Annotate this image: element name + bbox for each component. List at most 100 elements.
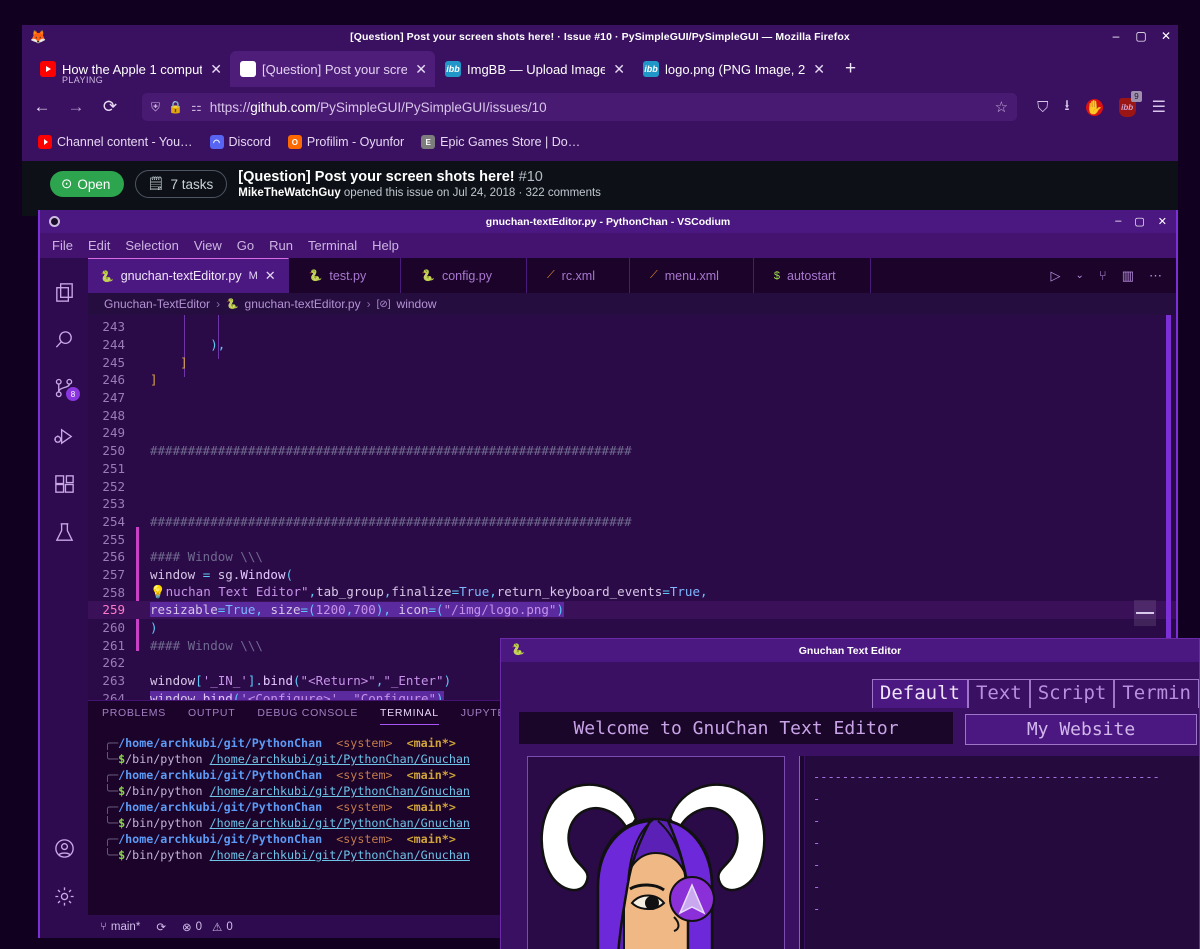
- menu-view[interactable]: View: [194, 238, 222, 253]
- my-website-button[interactable]: My Website: [965, 714, 1197, 745]
- extensions-icon[interactable]: [40, 460, 88, 508]
- bookmark-star-icon[interactable]: ☆: [995, 98, 1008, 116]
- gnuchan-window-title: Gnuchan Text Editor: [501, 645, 1199, 657]
- terminal-prompt-symbol: $: [118, 752, 125, 766]
- maximize-button[interactable]: ▢: [1135, 28, 1147, 44]
- close-icon[interactable]: ✕: [210, 62, 222, 76]
- chevron-down-icon[interactable]: ⌄: [1076, 270, 1084, 281]
- minimize-button[interactable]: –: [1110, 28, 1122, 44]
- terminal-system: <system>: [336, 768, 392, 782]
- maximize-button[interactable]: ▢: [1134, 215, 1144, 228]
- terminal-system: <system>: [336, 736, 392, 750]
- search-icon[interactable]: [40, 316, 88, 364]
- menu-edit[interactable]: Edit: [88, 238, 110, 253]
- text-area-scrollbar[interactable]: [799, 756, 804, 949]
- menu-go[interactable]: Go: [237, 238, 254, 253]
- close-button[interactable]: ✕: [1158, 215, 1167, 228]
- editor-tab-rc-xml[interactable]: ⟋ rc.xml: [527, 258, 630, 293]
- forward-button[interactable]: →: [66, 97, 86, 117]
- editor-tab-config-py[interactable]: 🐍 config.py: [401, 258, 527, 293]
- shield-icon[interactable]: ⛨: [151, 100, 160, 115]
- status-sync[interactable]: ⟳: [156, 920, 166, 934]
- split-editor-icon[interactable]: ▥: [1122, 268, 1134, 284]
- breadcrumb-folder[interactable]: Gnuchan-TextEditor: [104, 297, 210, 311]
- close-button[interactable]: ✕: [1160, 28, 1172, 44]
- bookmark-discord[interactable]: ◠ Discord: [210, 135, 271, 149]
- minimize-button[interactable]: –: [1115, 215, 1121, 228]
- menu-run[interactable]: Run: [269, 238, 293, 253]
- browser-tab-youtube[interactable]: How the Apple 1 compute PLAYING ✕: [30, 51, 230, 87]
- menu-file[interactable]: File: [52, 238, 73, 253]
- browser-tab-imgbb-upload[interactable]: ibb ImgBB — Upload Image – ✕: [435, 51, 633, 87]
- back-button[interactable]: ←: [32, 97, 52, 117]
- bookmark-label: Discord: [229, 135, 271, 149]
- tab-script[interactable]: Script: [1030, 679, 1115, 708]
- reload-button[interactable]: ⟳: [100, 97, 120, 117]
- code-line: 246]: [88, 371, 1176, 389]
- settings-gear-icon[interactable]: [40, 872, 88, 920]
- tab-default[interactable]: Default: [872, 679, 968, 708]
- editor-tab-test-py[interactable]: 🐍 test.py: [289, 258, 402, 293]
- bookmark-profilim-oyunfor[interactable]: O Profilim - Oyunfor: [288, 135, 404, 149]
- status-badge[interactable]: ⊙ Open: [50, 171, 124, 197]
- split-terminal-icon[interactable]: ⑂: [1099, 268, 1107, 283]
- breadcrumb-file[interactable]: gnuchan-textEditor.py: [245, 297, 361, 311]
- status-branch[interactable]: ⑂main*: [100, 921, 140, 933]
- oyunfor-icon: O: [288, 135, 302, 149]
- account-icon[interactable]: [40, 824, 88, 872]
- tab-label: [Question] Post your scre: [262, 62, 407, 77]
- tab-text[interactable]: Text: [968, 679, 1030, 708]
- close-icon[interactable]: ✕: [265, 268, 276, 284]
- tasks-label: 7 tasks: [170, 177, 213, 192]
- tab-terminal[interactable]: TERMINAL: [380, 707, 439, 725]
- bookmark-epic-games[interactable]: E Epic Games Store | Do…: [421, 135, 580, 149]
- run-python-icon[interactable]: ▷: [1051, 268, 1061, 284]
- youtube-icon: [40, 61, 56, 77]
- source-control-badge: 8: [66, 387, 80, 401]
- bookmark-channel-content[interactable]: Channel content - You…: [38, 135, 193, 149]
- hamburger-menu-icon[interactable]: ☰: [1152, 97, 1166, 117]
- editor-tab-menu-xml[interactable]: ⟋ menu.xml: [630, 258, 754, 293]
- source-control-icon[interactable]: 8: [40, 364, 88, 412]
- menu-selection[interactable]: Selection: [125, 238, 178, 253]
- firefox-window-controls: – ▢ ✕: [1110, 28, 1172, 44]
- testing-icon[interactable]: [40, 508, 88, 556]
- tab-problems[interactable]: PROBLEMS: [102, 707, 166, 725]
- download-icon[interactable]: ⭳: [1064, 95, 1069, 120]
- bookmark-label: Epic Games Store | Do…: [440, 135, 580, 149]
- status-problems[interactable]: ⊗0⚠0: [182, 920, 233, 934]
- tasks-badge[interactable]: 🗒 7 tasks: [135, 170, 227, 198]
- editor-tab-gnuchan-texteditor[interactable]: 🐍 gnuchan-textEditor.py M ✕: [88, 258, 289, 293]
- browser-tab-logo-png[interactable]: ibb logo.png (PNG Image, 270 ✕: [633, 51, 833, 87]
- terminal-path: /home/archkubi/git/PythonChan: [118, 736, 322, 750]
- tab-output[interactable]: OUTPUT: [188, 707, 235, 725]
- menu-terminal[interactable]: Terminal: [308, 238, 357, 253]
- line-number: 256: [88, 549, 136, 564]
- run-debug-icon[interactable]: [40, 412, 88, 460]
- code-line: 250#####################################…: [88, 442, 1176, 460]
- tab-terminal[interactable]: Termin: [1114, 679, 1199, 708]
- close-icon[interactable]: ✕: [813, 62, 825, 76]
- address-bar[interactable]: ⛨ 🔒 ⚏ https://github.com/PySimpleGUI/PyS…: [142, 93, 1017, 121]
- more-actions-icon[interactable]: ⋯: [1149, 268, 1162, 284]
- code-line: 258💡nuchan Text Editor",tab_group,finali…: [88, 583, 1176, 601]
- new-tab-button[interactable]: +: [845, 58, 856, 80]
- breadcrumb-symbol[interactable]: window: [397, 297, 437, 311]
- line-number: 249: [88, 425, 136, 440]
- menu-help[interactable]: Help: [372, 238, 399, 253]
- gnuchan-text-editor-window: 🐍 Gnuchan Text Editor Default Text Scrip…: [500, 638, 1200, 949]
- close-icon[interactable]: ✕: [415, 62, 427, 76]
- ublock-origin-icon[interactable]: ✋: [1086, 99, 1103, 116]
- editor-tab-autostart[interactable]: $ autostart: [754, 258, 871, 293]
- lock-icon[interactable]: 🔒: [168, 100, 183, 114]
- explorer-icon[interactable]: [40, 268, 88, 316]
- pocket-icon[interactable]: ⛉: [1037, 99, 1048, 116]
- browser-tab-github[interactable]: ● [Question] Post your scre ✕: [230, 51, 435, 87]
- close-icon[interactable]: ✕: [613, 62, 625, 76]
- text-area[interactable]: ----------------------------------------…: [805, 756, 1199, 949]
- permissions-icon[interactable]: ⚏: [191, 100, 202, 114]
- tab-debug-console[interactable]: DEBUG CONSOLE: [257, 707, 358, 725]
- extension-icon[interactable]: ibb 9: [1119, 98, 1136, 117]
- gnuchan-body: Default Text Script Termin Welcome to Gn…: [501, 662, 1199, 949]
- firefox-window: 🦊 [Question] Post your screen shots here…: [22, 25, 1178, 161]
